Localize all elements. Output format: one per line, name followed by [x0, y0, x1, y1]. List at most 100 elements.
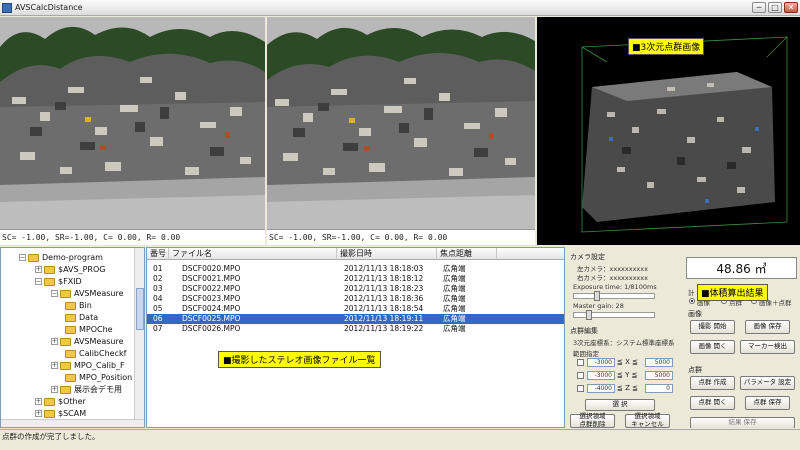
- tree-item-label: MPO_Position: [79, 373, 133, 382]
- tree-item[interactable]: − Demo-program: [19, 252, 103, 263]
- expand-icon[interactable]: +: [51, 338, 58, 345]
- maximize-button[interactable]: □: [768, 2, 782, 13]
- status-bar: 点群の作成が完了しました。: [0, 429, 800, 450]
- expand-icon[interactable]: +: [35, 410, 42, 417]
- x-max-input[interactable]: 5000: [645, 358, 673, 367]
- tree-item-label: Demo-program: [42, 253, 103, 262]
- col-focal-header[interactable]: 焦点距離: [437, 248, 497, 260]
- file-datetime: 2012/11/13 18:19:22: [344, 324, 424, 333]
- file-row[interactable]: 07 DSCF0026.MPO 2012/11/13 18:19:22 広角端: [147, 324, 564, 334]
- folder-tree[interactable]: − Demo-program + $AVS_PROG − $FXID − AVSMeasure…: [0, 247, 145, 428]
- expand-icon[interactable]: +: [35, 398, 42, 405]
- pointcloud-view[interactable]: ■3次元点群画像: [537, 17, 800, 245]
- file-row[interactable]: 03 DSCF0022.MPO 2012/11/13 18:18:23 広角端: [147, 284, 564, 294]
- file-number: 02: [153, 274, 163, 283]
- left-coords: SC= -1.00, SR=-1.00, C= 0.00, R= 0.00: [0, 229, 265, 245]
- col-number-header[interactable]: 番号: [147, 248, 169, 260]
- file-name: DSCF0021.MPO: [182, 274, 241, 283]
- cancel-region-button[interactable]: 選択領域 キャンセル: [625, 412, 670, 428]
- z-range-checkbox[interactable]: [577, 385, 584, 392]
- file-row[interactable]: 04 DSCF0023.MPO 2012/11/13 18:18:36 広角端: [147, 294, 564, 304]
- parameter-settings-button[interactable]: パラメータ 設定: [740, 376, 795, 390]
- tree-item[interactable]: − AVSMeasure: [51, 288, 124, 299]
- tree-item-label: $AVS_PROG: [58, 265, 106, 274]
- expand-icon[interactable]: +: [51, 362, 58, 369]
- result-save-button[interactable]: 結果 保存: [690, 417, 795, 428]
- expand-icon[interactable]: +: [35, 266, 42, 273]
- file-row[interactable]: 06 DSCF0025.MPO 2012/11/13 18:19:11 広角端: [147, 314, 564, 324]
- radio-image[interactable]: [689, 298, 695, 304]
- file-focal: 広角端: [443, 274, 466, 283]
- file-datetime: 2012/11/13 18:18:54: [344, 304, 424, 313]
- collapse-icon[interactable]: −: [51, 290, 58, 297]
- delete-region-button[interactable]: 選択領域 点群削除: [570, 412, 615, 428]
- range-label: 範囲指定: [573, 350, 599, 358]
- tree-horizontal-scrollbar[interactable]: [1, 419, 144, 427]
- pointcloud-open-button[interactable]: 点群 開く: [690, 396, 735, 410]
- tree-item[interactable]: + $SCAM: [35, 408, 86, 419]
- tree-item[interactable]: MPO_Position: [65, 372, 132, 383]
- tree-item[interactable]: + $Other: [35, 396, 86, 407]
- gain-label: Master gain: 28: [573, 302, 624, 310]
- y-min-input[interactable]: -3000: [587, 371, 615, 380]
- file-row[interactable]: 01 DSCF0020.MPO 2012/11/13 18:18:03 広角端: [147, 264, 564, 274]
- file-list[interactable]: 番号 ファイル名 撮影日時 焦点距離 01 DSCF0020.MPO 2012/11…: [146, 247, 565, 428]
- tree-vertical-scrollbar[interactable]: [134, 248, 144, 427]
- right-camera-label: 右カメラ：xxxxxxxxxx: [577, 274, 648, 282]
- x-min-input[interactable]: -3000: [587, 358, 615, 367]
- select-button[interactable]: 選 択: [585, 399, 655, 411]
- file-datetime: 2012/11/13 18:18:36: [344, 294, 424, 303]
- tree-item[interactable]: Data: [65, 312, 98, 323]
- tree-item[interactable]: + 展示会デモ用: [51, 384, 122, 395]
- tree-item[interactable]: MPOChe: [65, 324, 113, 335]
- minimize-button[interactable]: ─: [752, 2, 766, 13]
- col-datetime-header[interactable]: 撮影日時: [337, 248, 437, 260]
- x-range-checkbox[interactable]: [577, 359, 584, 366]
- file-name: DSCF0024.MPO: [182, 304, 241, 313]
- capture-start-button[interactable]: 撮影 開始: [690, 320, 735, 334]
- marker-detect-button[interactable]: マーカー検出: [740, 340, 795, 354]
- pointcloud-section-heading: 点群: [688, 366, 702, 374]
- collapse-icon[interactable]: −: [35, 278, 42, 285]
- folder-icon: [65, 349, 76, 358]
- z-range-operator: ≦ Z ≦: [617, 384, 638, 392]
- exposure-slider[interactable]: [573, 291, 655, 301]
- expand-icon[interactable]: +: [51, 386, 58, 393]
- file-focal: 広角端: [443, 284, 466, 293]
- tree-item[interactable]: + AVSMeasure: [51, 336, 124, 347]
- pointcloud-edit-heading: 点群編集: [570, 327, 598, 335]
- exposure-slider-thumb[interactable]: [594, 291, 600, 301]
- image-save-button[interactable]: 画像 保存: [745, 320, 790, 334]
- file-datetime: 2012/11/13 18:18:23: [344, 284, 424, 293]
- gain-slider-thumb[interactable]: [586, 310, 592, 320]
- z-min-input[interactable]: -4000: [587, 384, 615, 393]
- tree-item[interactable]: + MPO_Calib_F: [51, 360, 125, 371]
- pointcloud-create-button[interactable]: 点群 作成: [690, 376, 735, 390]
- file-row[interactable]: 02 DSCF0021.MPO 2012/11/13 18:18:12 広角端: [147, 274, 564, 284]
- file-row[interactable]: 05 DSCF0024.MPO 2012/11/13 18:18:54 広角端: [147, 304, 564, 314]
- right-stereo-view[interactable]: SC= -1.00, SR=-1.00, C= 0.00, R= 0.00: [267, 17, 535, 245]
- folder-icon: [65, 325, 76, 334]
- tree-item[interactable]: − $FXID: [35, 276, 82, 287]
- title-bar: AVSCalcDistance ─ □ ✕: [0, 0, 800, 16]
- file-name: DSCF0025.MPO: [182, 314, 241, 323]
- gain-slider[interactable]: [573, 310, 655, 320]
- col-filename-header[interactable]: ファイル名: [169, 248, 337, 260]
- collapse-icon[interactable]: −: [19, 254, 26, 261]
- close-button[interactable]: ✕: [784, 2, 798, 13]
- file-focal: 広角端: [443, 294, 466, 303]
- y-max-input[interactable]: 5000: [645, 371, 673, 380]
- tree-item[interactable]: Bin: [65, 300, 92, 311]
- image-open-button[interactable]: 画像 開く: [690, 340, 735, 354]
- z-max-input[interactable]: 0: [645, 384, 673, 393]
- file-number: 06: [153, 314, 163, 323]
- tree-item-label: AVSMeasure: [74, 337, 124, 346]
- y-range-checkbox[interactable]: [577, 372, 584, 379]
- file-focal: 広角端: [443, 314, 466, 323]
- tree-scroll-thumb[interactable]: [136, 288, 144, 330]
- tree-item[interactable]: + $AVS_PROG: [35, 264, 105, 275]
- pointcloud-save-button[interactable]: 点群 保存: [745, 396, 790, 410]
- left-stereo-view[interactable]: SC= -1.00, SR=-1.00, C= 0.00, R= 0.00: [0, 17, 265, 245]
- tree-item[interactable]: CalibCheckf: [65, 348, 126, 359]
- folder-icon: [60, 289, 71, 298]
